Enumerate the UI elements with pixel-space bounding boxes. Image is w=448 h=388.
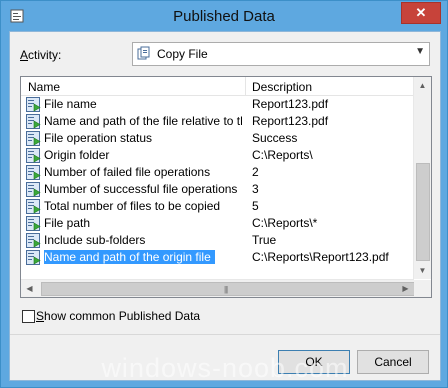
activity-icon <box>137 46 150 60</box>
row-name: Number of failed file operations <box>44 165 211 179</box>
row-description: Report123.pdf <box>252 97 329 111</box>
scroll-down-icon[interactable]: ▼ <box>414 262 431 279</box>
dialog-body: Activity: Copy File ▼ Name Description F… <box>9 31 441 381</box>
horizontal-scrollbar[interactable]: ◀ ||| ▶ <box>21 279 417 297</box>
scroll-left-icon[interactable]: ◀ <box>21 280 38 297</box>
activity-label: Activity: <box>20 48 61 62</box>
column-header-description[interactable]: Description <box>252 80 312 94</box>
window-title: Published Data <box>173 8 275 25</box>
published-data-icon <box>26 131 41 146</box>
list-row[interactable]: File operation status Success <box>21 130 419 147</box>
list-row[interactable]: Name and path of the origin file C:\Repor… <box>21 249 419 266</box>
list-row[interactable]: File path C:\Reports\* <box>21 215 419 232</box>
list-row[interactable]: File name Report123.pdf <box>21 96 419 113</box>
activity-dropdown[interactable]: Copy File ▼ <box>132 42 430 66</box>
close-icon: ✕ <box>415 5 427 20</box>
vertical-scrollbar[interactable]: ▲ ▼ <box>413 77 431 279</box>
scrollbar-corner <box>414 280 431 297</box>
row-description: C:\Reports\ <box>252 148 313 162</box>
vertical-scroll-thumb[interactable] <box>416 163 430 261</box>
row-name: Include sub-folders <box>44 233 146 247</box>
row-description: Report123.pdf <box>252 114 329 128</box>
row-description: 5 <box>252 199 259 213</box>
published-data-icon <box>26 250 41 265</box>
activity-label-text: ctivity: <box>28 48 62 62</box>
list-header: Name Description <box>21 77 419 96</box>
list-row[interactable]: Include sub-folders True <box>21 232 419 249</box>
cancel-button[interactable]: Cancel <box>357 350 429 374</box>
list-row[interactable]: Name and path of the file relative to th… <box>21 113 419 130</box>
title-bar: Published Data ✕ <box>1 1 447 31</box>
list-row[interactable]: Number of failed file operations 2 <box>21 164 419 181</box>
divider <box>10 334 440 335</box>
published-data-icon <box>26 182 41 197</box>
checkbox-access-key: S <box>36 309 45 323</box>
activity-access-key: A <box>20 48 29 62</box>
column-divider[interactable] <box>245 77 246 95</box>
published-data-icon <box>26 114 41 129</box>
published-data-dialog: Published Data ✕ Activity: Copy File ▼ N… <box>0 0 448 388</box>
list-row[interactable]: Origin folder C:\Reports\ <box>21 147 419 164</box>
grip-icon: ||| <box>224 285 228 294</box>
chevron-down-icon: ▼ <box>415 46 425 57</box>
row-name: Total number of files to be copied <box>44 199 221 213</box>
column-header-name[interactable]: Name <box>28 80 60 94</box>
close-button[interactable]: ✕ <box>401 2 441 24</box>
scroll-right-icon[interactable]: ▶ <box>397 280 414 297</box>
published-data-icon <box>26 148 41 163</box>
checkbox-label-text: how common Published Data <box>44 309 201 323</box>
row-description: 3 <box>252 182 259 196</box>
published-data-icon <box>26 216 41 231</box>
row-name: Number of successful file operations <box>44 182 238 196</box>
published-data-icon <box>26 233 41 248</box>
show-common-published-data-checkbox[interactable] <box>22 310 35 323</box>
scroll-up-icon[interactable]: ▲ <box>414 77 431 94</box>
row-name: Name and path of the file relative to th… <box>44 114 242 128</box>
horizontal-scroll-thumb[interactable]: ||| <box>41 282 417 296</box>
list-row[interactable]: Total number of files to be copied 5 <box>21 198 419 215</box>
published-data-list[interactable]: Name Description File name Report123.pdf N… <box>20 76 432 298</box>
row-description: True <box>252 233 277 247</box>
row-name: Name and path of the origin file <box>44 250 215 264</box>
published-data-icon <box>26 97 41 112</box>
published-data-icon <box>26 165 41 180</box>
list-row[interactable]: Number of successful file operations 3 <box>21 181 419 198</box>
row-name: File path <box>44 216 91 230</box>
row-name: Origin folder <box>44 148 110 162</box>
row-description: C:\Reports\* <box>252 216 318 230</box>
show-common-published-data-label[interactable]: Show common Published Data <box>36 309 200 323</box>
row-description: 2 <box>252 165 259 179</box>
row-name: File name <box>44 97 97 111</box>
row-name: File operation status <box>44 131 153 145</box>
row-description: C:\Reports\Report123.pdf <box>252 250 389 264</box>
published-data-icon <box>26 199 41 214</box>
ok-button[interactable]: OK <box>278 350 350 374</box>
row-description: Success <box>252 131 298 145</box>
activity-value: Copy File <box>157 47 208 61</box>
